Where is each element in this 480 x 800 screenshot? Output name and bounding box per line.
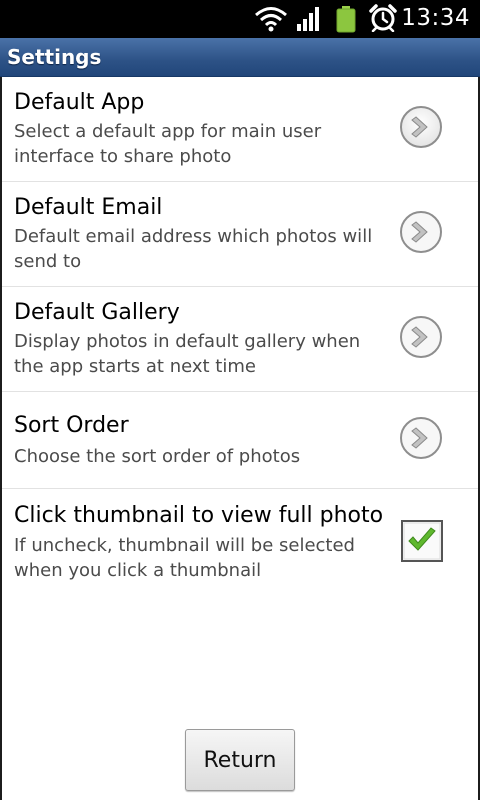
pref-summary: If uncheck, thumbnail will be selected w… [14,535,355,581]
alarm-icon [369,4,397,32]
pref-click-thumbnail[interactable]: Click thumbnail to view full photo If un… [2,489,478,597]
chevron-right-icon[interactable] [399,105,443,149]
pref-title: Default Email [14,195,163,220]
pref-sort-order[interactable]: Sort Order Choose the sort order of phot… [2,392,478,489]
pref-summary: Default email address which photos will … [14,226,373,272]
pref-title: Click thumbnail to view full photo [14,503,384,528]
battery-icon [336,6,356,33]
pref-default-gallery[interactable]: Default Gallery Display photos in defaul… [2,287,478,392]
checkbox-checked-icon[interactable] [400,519,444,563]
pref-title: Default Gallery [14,300,180,325]
status-time: 13:34 [401,5,470,31]
title-bar: Settings [0,38,480,77]
return-button[interactable]: Return [185,729,295,791]
preferences-list: Default App Select a default app for mai… [0,77,480,800]
pref-summary: Select a default app for main user inter… [14,121,322,167]
pref-summary: Display photos in default gallery when t… [14,331,361,377]
status-bar: 13:34 [0,0,480,38]
pref-title: Sort Order [14,413,129,438]
pref-default-app[interactable]: Default App Select a default app for mai… [2,77,478,182]
pref-summary: Choose the sort order of photos [14,446,301,467]
pref-default-email[interactable]: Default Email Default email address whic… [2,182,478,287]
chevron-right-icon[interactable] [399,315,443,359]
pref-title: Default App [14,90,145,115]
wifi-icon [255,7,287,32]
chevron-right-icon[interactable] [399,416,443,460]
chevron-right-icon[interactable] [399,210,443,254]
signal-icon [297,7,319,31]
page-title: Settings [7,45,102,69]
screen: 13:34 Settings Default App Select a defa… [0,0,480,800]
